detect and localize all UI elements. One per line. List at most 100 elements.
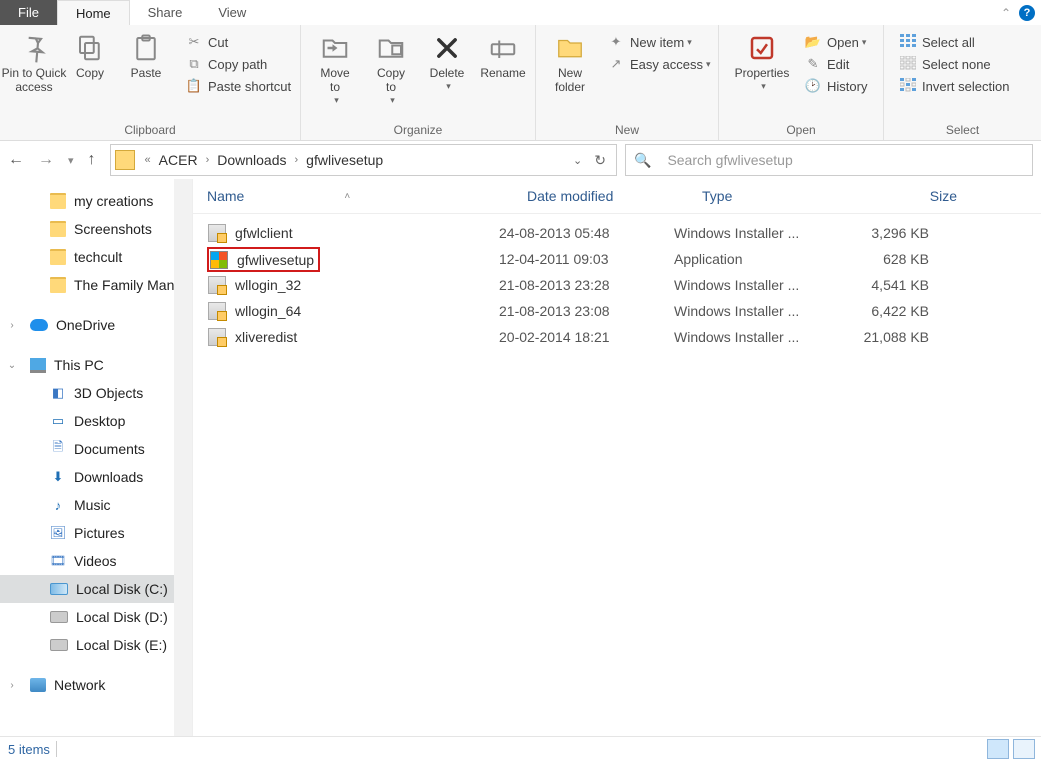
file-row[interactable]: wllogin_6421-08-2013 23:08Windows Instal… xyxy=(193,298,1041,324)
collapse-icon[interactable]: ⌄ xyxy=(6,360,18,371)
column-type[interactable]: Type xyxy=(702,188,857,204)
copy-to-button[interactable]: Copy to ▾ xyxy=(363,29,419,108)
search-icon: 🔍 xyxy=(634,152,651,169)
tab-view[interactable]: View xyxy=(200,0,264,25)
copy-path-button[interactable]: ⧉ Copy path xyxy=(180,53,295,75)
new-item-button[interactable]: ✦ New item▾ xyxy=(602,31,715,53)
column-date[interactable]: Date modified xyxy=(527,188,702,204)
3d-objects-icon: ◧ xyxy=(50,385,66,401)
tree-item-my-creations[interactable]: my creations xyxy=(0,187,192,215)
invert-selection-button[interactable]: Invert selection xyxy=(894,75,1013,97)
back-button[interactable]: ← xyxy=(8,151,24,169)
expand-icon[interactable]: › xyxy=(6,680,18,691)
tab-file[interactable]: File xyxy=(0,0,57,25)
view-large-icons-button[interactable] xyxy=(1013,739,1035,759)
view-details-button[interactable] xyxy=(987,739,1009,759)
move-to-button[interactable]: Move to ▾ xyxy=(307,29,363,108)
chevron-down-icon: ▾ xyxy=(334,95,339,106)
folder-icon xyxy=(50,193,66,209)
paste-button[interactable]: Paste xyxy=(118,29,174,83)
file-date: 20-02-2014 18:21 xyxy=(499,329,674,345)
folder-icon xyxy=(50,221,66,237)
tree-item-downloads[interactable]: ⬇ Downloads xyxy=(0,463,192,491)
tree-item-videos[interactable]: 🎞 Videos xyxy=(0,547,192,575)
highlighted-file: gfwlivesetup xyxy=(207,247,320,272)
paste-shortcut-button[interactable]: 📋 Paste shortcut xyxy=(180,75,295,97)
ribbon-collapse-icon[interactable]: ⌃ xyxy=(1001,6,1011,20)
breadcrumb-seg-current[interactable]: gfwlivesetup xyxy=(306,152,383,168)
chevron-right-icon[interactable]: › xyxy=(202,154,214,166)
scrollbar[interactable] xyxy=(174,179,192,736)
breadcrumb-seg-downloads[interactable]: Downloads xyxy=(217,152,286,168)
refresh-button[interactable]: ↻ xyxy=(594,152,606,169)
file-date: 21-08-2013 23:08 xyxy=(499,303,674,319)
tab-home[interactable]: Home xyxy=(57,0,130,25)
open-button[interactable]: 📂 Open▾ xyxy=(799,31,871,53)
file-type: Windows Installer ... xyxy=(674,303,829,319)
file-rows: gfwlclient24-08-2013 05:48Windows Instal… xyxy=(193,214,1041,350)
forward-button[interactable]: → xyxy=(38,151,54,169)
search-box[interactable]: 🔍 xyxy=(625,144,1033,176)
tree-item-desktop[interactable]: ▭ Desktop xyxy=(0,407,192,435)
file-row[interactable]: gfwlivesetup12-04-2011 09:03Application6… xyxy=(193,246,1041,272)
recent-locations-button[interactable]: ▾ xyxy=(68,154,74,167)
file-row[interactable]: gfwlclient24-08-2013 05:48Windows Instal… xyxy=(193,220,1041,246)
expand-icon[interactable]: › xyxy=(6,320,18,331)
tree-item-onedrive[interactable]: › OneDrive xyxy=(0,311,192,339)
videos-icon: 🎞 xyxy=(50,553,66,569)
tree-item-this-pc[interactable]: ⌄ This PC xyxy=(0,351,192,379)
tree-item-documents[interactable]: 🗎 Documents xyxy=(0,435,192,463)
help-icon[interactable]: ? xyxy=(1019,5,1035,21)
chevron-right-icon[interactable]: « xyxy=(141,154,155,166)
downloads-icon: ⬇ xyxy=(50,469,66,485)
edit-button[interactable]: ✎ Edit xyxy=(799,53,871,75)
file-row[interactable]: xliveredist20-02-2014 18:21Windows Insta… xyxy=(193,324,1041,350)
tree-item-family-man[interactable]: The Family Man S xyxy=(0,271,192,299)
new-folder-button[interactable]: New folder xyxy=(542,29,598,97)
tree-item-techcult[interactable]: techcult xyxy=(0,243,192,271)
file-row[interactable]: wllogin_3221-08-2013 23:28Windows Instal… xyxy=(193,272,1041,298)
history-button[interactable]: 🕑 History xyxy=(799,75,871,97)
ribbon-group-label-select: Select xyxy=(890,121,1035,138)
up-button[interactable]: ↑ xyxy=(88,151,96,169)
cut-button[interactable]: ✂ Cut xyxy=(180,31,295,53)
chevron-right-icon[interactable]: › xyxy=(291,154,303,166)
folder-icon xyxy=(115,150,135,170)
installer-icon xyxy=(207,301,227,321)
properties-button[interactable]: Properties ▾ xyxy=(725,29,799,94)
tree-item-music[interactable]: ♪ Music xyxy=(0,491,192,519)
file-name: gfwlivesetup xyxy=(237,252,314,268)
tree-item-pictures[interactable]: 🖼 Pictures xyxy=(0,519,192,547)
rename-button[interactable]: Rename xyxy=(475,29,531,83)
sort-indicator-icon: ˄ xyxy=(344,191,350,202)
status-item-count: 5 items xyxy=(8,742,50,757)
address-bar[interactable]: « ACER › Downloads › gfwlivesetup ⌄ ↻ xyxy=(110,144,617,176)
address-dropdown-button[interactable]: ⌄ xyxy=(573,154,582,167)
delete-button[interactable]: Delete ▾ xyxy=(419,29,475,94)
navigation-tree[interactable]: my creations Screenshots techcult The Fa… xyxy=(0,179,193,736)
select-all-icon xyxy=(898,34,918,51)
tree-item-disk-d[interactable]: Local Disk (D:) xyxy=(0,603,192,631)
pin-to-quick-access-button[interactable]: Pin to Quick access xyxy=(6,29,62,97)
search-input[interactable] xyxy=(665,151,1024,169)
breadcrumb-seg-acer[interactable]: ACER xyxy=(159,152,198,168)
paste-shortcut-icon: 📋 xyxy=(184,78,204,94)
ribbon-group-label-new: New xyxy=(542,121,712,138)
copy-path-icon: ⧉ xyxy=(184,56,204,72)
column-name[interactable]: Name ˄ xyxy=(207,188,527,204)
column-size[interactable]: Size xyxy=(857,188,967,204)
easy-access-button[interactable]: ↗ Easy access▾ xyxy=(602,53,715,75)
file-size: 3,296 KB xyxy=(829,225,939,241)
file-size: 6,422 KB xyxy=(829,303,939,319)
tree-item-network[interactable]: › Network xyxy=(0,671,192,699)
tab-share[interactable]: Share xyxy=(130,0,201,25)
select-none-button[interactable]: Select none xyxy=(894,53,1013,75)
tree-item-disk-c[interactable]: Local Disk (C:) xyxy=(0,575,192,603)
tree-item-3d-objects[interactable]: ◧ 3D Objects xyxy=(0,379,192,407)
select-all-button[interactable]: Select all xyxy=(894,31,1013,53)
tree-item-screenshots[interactable]: Screenshots xyxy=(0,215,192,243)
tree-item-disk-e[interactable]: Local Disk (E:) xyxy=(0,631,192,659)
copy-button[interactable]: Copy xyxy=(62,29,118,83)
network-icon xyxy=(30,678,46,692)
column-headers[interactable]: Name ˄ Date modified Type Size xyxy=(193,179,1041,214)
